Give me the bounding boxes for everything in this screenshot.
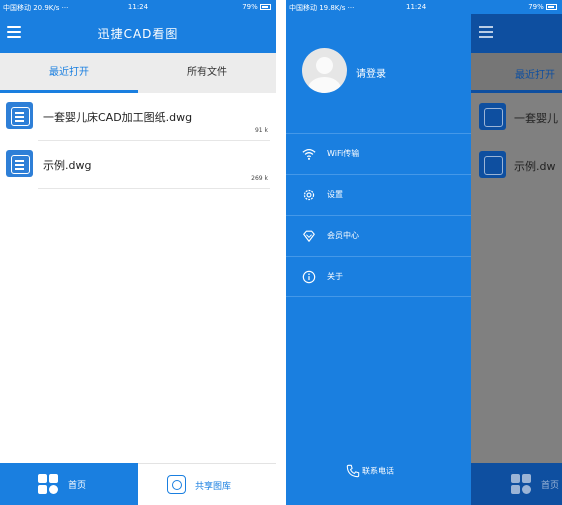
login-link[interactable]: 请登录 — [356, 65, 386, 80]
app-bar: 迅捷CAD看图 — [0, 14, 276, 53]
menu-label: 会员中心 — [327, 231, 359, 240]
file-name: 示例.dwg — [43, 159, 92, 172]
menu-label: 设置 — [327, 190, 343, 199]
file-name: 一套婴儿床CAD加工图纸.dwg — [43, 111, 193, 124]
status-bar: 中国移动 19.8K/s ··· 11:24 79% — [286, 0, 562, 14]
app-bar — [471, 14, 562, 53]
status-bar: 中国移动 20.9K/s ··· 11:24 79% — [0, 0, 276, 14]
list-item[interactable]: 一套婴儿床CAD加工图纸.dwg 91 k — [0, 93, 276, 141]
menu-icon — [479, 26, 493, 41]
file-size: 269 k — [251, 175, 268, 182]
status-time: 11:24 — [127, 3, 149, 11]
document-icon — [479, 103, 506, 130]
tab-recent[interactable]: 最近打开 — [0, 53, 138, 93]
tab-all-files[interactable]: 所有文件 — [138, 53, 276, 93]
nav-home-button[interactable]: 首页 — [0, 463, 138, 505]
wifi-icon — [302, 149, 316, 160]
battery-icon — [546, 4, 557, 10]
menu-item-wifi[interactable]: WiFi传输 — [286, 133, 471, 174]
file-list: 一套婴儿床CAD加工图纸.dwg 91 k 示例.dwg 269 k — [0, 93, 276, 189]
tab-recent: 最近打开 — [515, 70, 555, 81]
nav-share-button[interactable]: 共享图库 — [138, 463, 276, 505]
nav-drawer: 请登录 WiFi传输 设置 会员中心 关于 联系电话 — [286, 14, 471, 505]
status-battery: 79% — [528, 3, 557, 11]
file-name: 示例.dw — [514, 160, 556, 173]
menu-label: 关于 — [327, 272, 343, 281]
file-name: 一套婴儿 — [514, 112, 558, 125]
file-size: 91 k — [254, 127, 268, 134]
status-battery: 79% — [242, 3, 271, 11]
document-icon — [479, 151, 506, 178]
nav-share-label: 共享图库 — [195, 482, 232, 492]
battery-icon — [260, 4, 271, 10]
grid-icon — [511, 474, 531, 494]
divider — [38, 188, 270, 189]
drawer-screen: 中国移动 19.8K/s ··· 11:24 79% 最近打开 一套婴儿 示例.… — [286, 0, 562, 505]
battery-percent: 79% — [242, 3, 258, 11]
document-icon — [6, 102, 33, 129]
tab-bar: 最近打开 — [471, 53, 562, 93]
main-screen: 中国移动 20.9K/s ··· 11:24 79% 迅捷CAD看图 最近打开 … — [0, 0, 276, 505]
status-time: 11:24 — [406, 3, 427, 11]
menu-item-vip[interactable]: 会员中心 — [286, 215, 471, 256]
tab-bar: 最近打开 所有文件 — [0, 53, 276, 93]
menu-label: WiFi传输 — [327, 149, 360, 158]
gallery-icon — [167, 475, 186, 494]
gear-icon — [303, 189, 315, 201]
list-item: 一套婴儿 — [471, 93, 562, 141]
contact-label: 联系电话 — [362, 466, 394, 476]
diamond-icon — [303, 230, 315, 242]
grid-icon — [38, 474, 58, 494]
info-icon — [302, 270, 316, 284]
avatar[interactable] — [302, 48, 347, 93]
bottom-nav: 首页 — [471, 463, 562, 505]
battery-percent: 79% — [528, 3, 544, 11]
document-icon — [6, 150, 33, 177]
menu-item-settings[interactable]: 设置 — [286, 174, 471, 215]
list-item: 示例.dw — [471, 141, 562, 189]
list-item[interactable]: 示例.dwg 269 k — [0, 141, 276, 189]
bottom-nav: 首页 共享图库 — [0, 463, 276, 505]
status-carrier: 中国移动 19.8K/s ··· — [289, 4, 355, 12]
contact-phone-button[interactable]: 联系电话 — [346, 464, 394, 478]
phone-icon — [346, 464, 360, 478]
menu-item-about[interactable]: 关于 — [286, 256, 471, 297]
app-title: 迅捷CAD看图 — [97, 27, 179, 41]
drawer-menu: WiFi传输 设置 会员中心 关于 — [286, 133, 471, 297]
nav-home-label: 首页 — [68, 481, 87, 491]
dimmed-app-background[interactable]: 最近打开 一套婴儿 示例.dw 首页 — [471, 14, 562, 505]
nav-home-label: 首页 — [541, 481, 560, 491]
